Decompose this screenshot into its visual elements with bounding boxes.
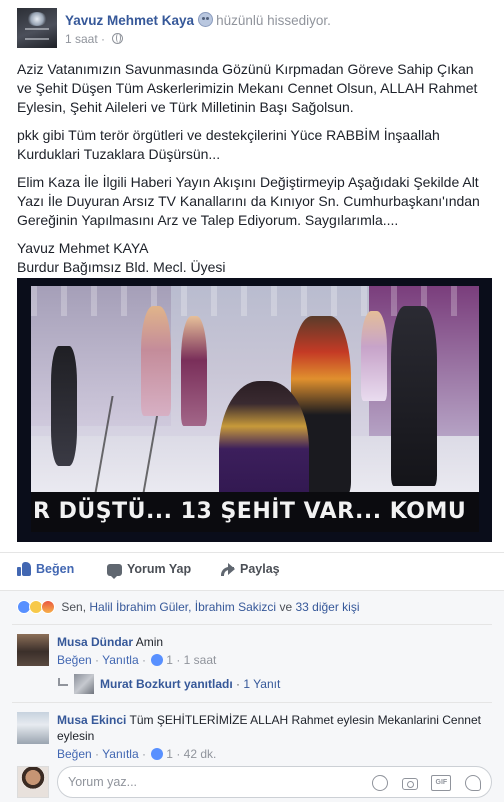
comment-body: Musa Ekinci Tüm ŞEHİTLERİMİZE ALLAH Rahm… [57, 712, 492, 762]
reactions-named-users[interactable]: Halil İbrahim Güler, İbrahim Sakizci [89, 600, 276, 614]
like-count-icon [151, 748, 164, 760]
signature-name: Yavuz Mehmet KAYA [17, 240, 149, 256]
comment-reply-link[interactable]: Yanıtla [102, 653, 138, 667]
comments-section: Sen, Halil İbrahim Güler, İbrahim Sakizc… [0, 590, 504, 802]
comment-like-link[interactable]: Beğen [57, 653, 92, 667]
emoji-icon[interactable] [372, 774, 389, 791]
comment-actions: Beğen · Yanıtla · 1 · 42 dk. [57, 747, 217, 761]
avatar-light-detail [27, 12, 47, 26]
sticker-icon[interactable] [465, 774, 481, 791]
reactions-names: Sen, Halil İbrahim Güler, İbrahim Sakizc… [61, 600, 359, 614]
gif-icon[interactable]: GIF [431, 774, 452, 791]
share-arrow-icon [221, 563, 235, 576]
post-paragraph-1: Aziz Vatanımızın Savunmasında Gözünü Kır… [17, 61, 478, 115]
meta-separator: · [101, 32, 106, 46]
reply-arrow-icon [58, 678, 68, 686]
action-bar: Beğen Yorum Yap Paylaş [0, 556, 504, 588]
angry-reaction-icon [41, 600, 55, 614]
reply-author: Murat Bozkurt yanıtladı [100, 677, 233, 691]
person-figure [141, 306, 171, 416]
comment-time[interactable]: 1 saat [184, 653, 217, 667]
comment-actions: Beğen · Yanıtla · 1 · 1 saat [57, 653, 217, 667]
news-ticker-text: R DÜŞTÜ... 13 ŞEHİT VAR... KOMU [31, 492, 479, 532]
person-figure [51, 346, 77, 466]
like-button[interactable]: Beğen [17, 562, 74, 576]
comment-like-count[interactable]: 1 [166, 653, 173, 667]
comment-input[interactable]: Yorum yaz... GIF [57, 766, 492, 798]
divider [0, 590, 504, 591]
divider [12, 702, 492, 703]
comment-text: Amin [135, 635, 164, 649]
person-figure [361, 311, 387, 401]
divider [12, 624, 492, 625]
comment-body: Musa Dündar Amin Beğen · Yanıtla · 1 · 1… [57, 634, 492, 668]
author-name[interactable]: Yavuz Mehmet Kaya [65, 13, 194, 28]
share-label: Paylaş [240, 562, 280, 576]
post-meta: 1 saat · [65, 32, 124, 46]
reactions-you: Sen, [61, 600, 87, 614]
sad-face-icon [198, 12, 214, 27]
post-header: Yavuz Mehmet Kaya hüzünlü hissediyor. 1 s… [17, 8, 492, 54]
comment-item: Musa Ekinci Tüm ŞEHİTLERİMİZE ALLAH Rahm… [17, 712, 492, 762]
comment-like-count[interactable]: 1 [166, 747, 173, 761]
reactions-others[interactable]: 33 diğer kişi [295, 600, 359, 614]
comment-time[interactable]: 42 dk. [184, 747, 217, 761]
comment-composer: Yorum yaz... GIF [17, 766, 492, 802]
like-count-icon [151, 654, 164, 666]
comment-author[interactable]: Musa Dündar [57, 635, 133, 649]
post-paragraph-2: pkk gibi Tüm terör örgütleri ve destekçi… [17, 127, 440, 162]
facebook-post: Yavuz Mehmet Kaya hüzünlü hissediyor. 1 s… [0, 0, 504, 802]
person-figure [391, 306, 437, 486]
comment-bubble-icon [107, 564, 122, 579]
thumbs-up-icon [17, 562, 31, 576]
author-line: Yavuz Mehmet Kaya hüzünlü hissediyor. [65, 12, 331, 28]
public-globe-icon[interactable] [112, 33, 124, 44]
camera-icon[interactable] [401, 777, 418, 790]
divider [0, 552, 504, 553]
signature-title: Burdur Bağımsız Bld. Mecl. Üyesi [17, 259, 226, 275]
composer-tools: GIF [362, 774, 481, 791]
feeling-text: hüzünlü hissediyor. [216, 13, 331, 28]
share-button[interactable]: Paylaş [221, 562, 280, 576]
comment-placeholder: Yorum yaz... [68, 775, 138, 789]
reply-count: 1 Yanıt [243, 677, 281, 691]
comment-button[interactable]: Yorum Yap [107, 562, 492, 579]
comment-author[interactable]: Musa Ekinci [57, 713, 126, 727]
post-paragraph-3: Elim Kaza İle İlgili Haberi Yayın Akışın… [17, 174, 480, 228]
comment-like-link[interactable]: Beğen [57, 747, 92, 761]
post-text: Aziz Vatanımızın Savunmasında Gözünü Kır… [17, 60, 492, 277]
comment-label: Yorum Yap [127, 562, 192, 576]
commenter-avatar[interactable] [17, 634, 49, 666]
post-photo[interactable]: R DÜŞTÜ... 13 ŞEHİT VAR... KOMU [17, 278, 492, 542]
comment-item: Musa Dündar Amin Beğen · Yanıtla · 1 · 1… [17, 634, 492, 674]
avatar-text-detail [25, 28, 49, 40]
reactions-and: ve [279, 600, 293, 614]
reply-summary[interactable]: Murat Bozkurt yanıtladı · 1 Yanıt [58, 674, 280, 694]
current-user-avatar [17, 766, 49, 798]
reply-avatar [74, 674, 94, 694]
like-label: Beğen [36, 562, 75, 576]
author-avatar[interactable] [17, 8, 57, 48]
person-figure [181, 316, 207, 426]
reactions-summary[interactable]: Sen, Halil İbrahim Güler, İbrahim Sakizc… [17, 600, 360, 614]
commenter-avatar[interactable] [17, 712, 49, 744]
tv-screen-scene: R DÜŞTÜ... 13 ŞEHİT VAR... KOMU [31, 286, 479, 532]
comment-reply-link[interactable]: Yanıtla [102, 747, 138, 761]
post-time[interactable]: 1 saat [65, 32, 98, 46]
